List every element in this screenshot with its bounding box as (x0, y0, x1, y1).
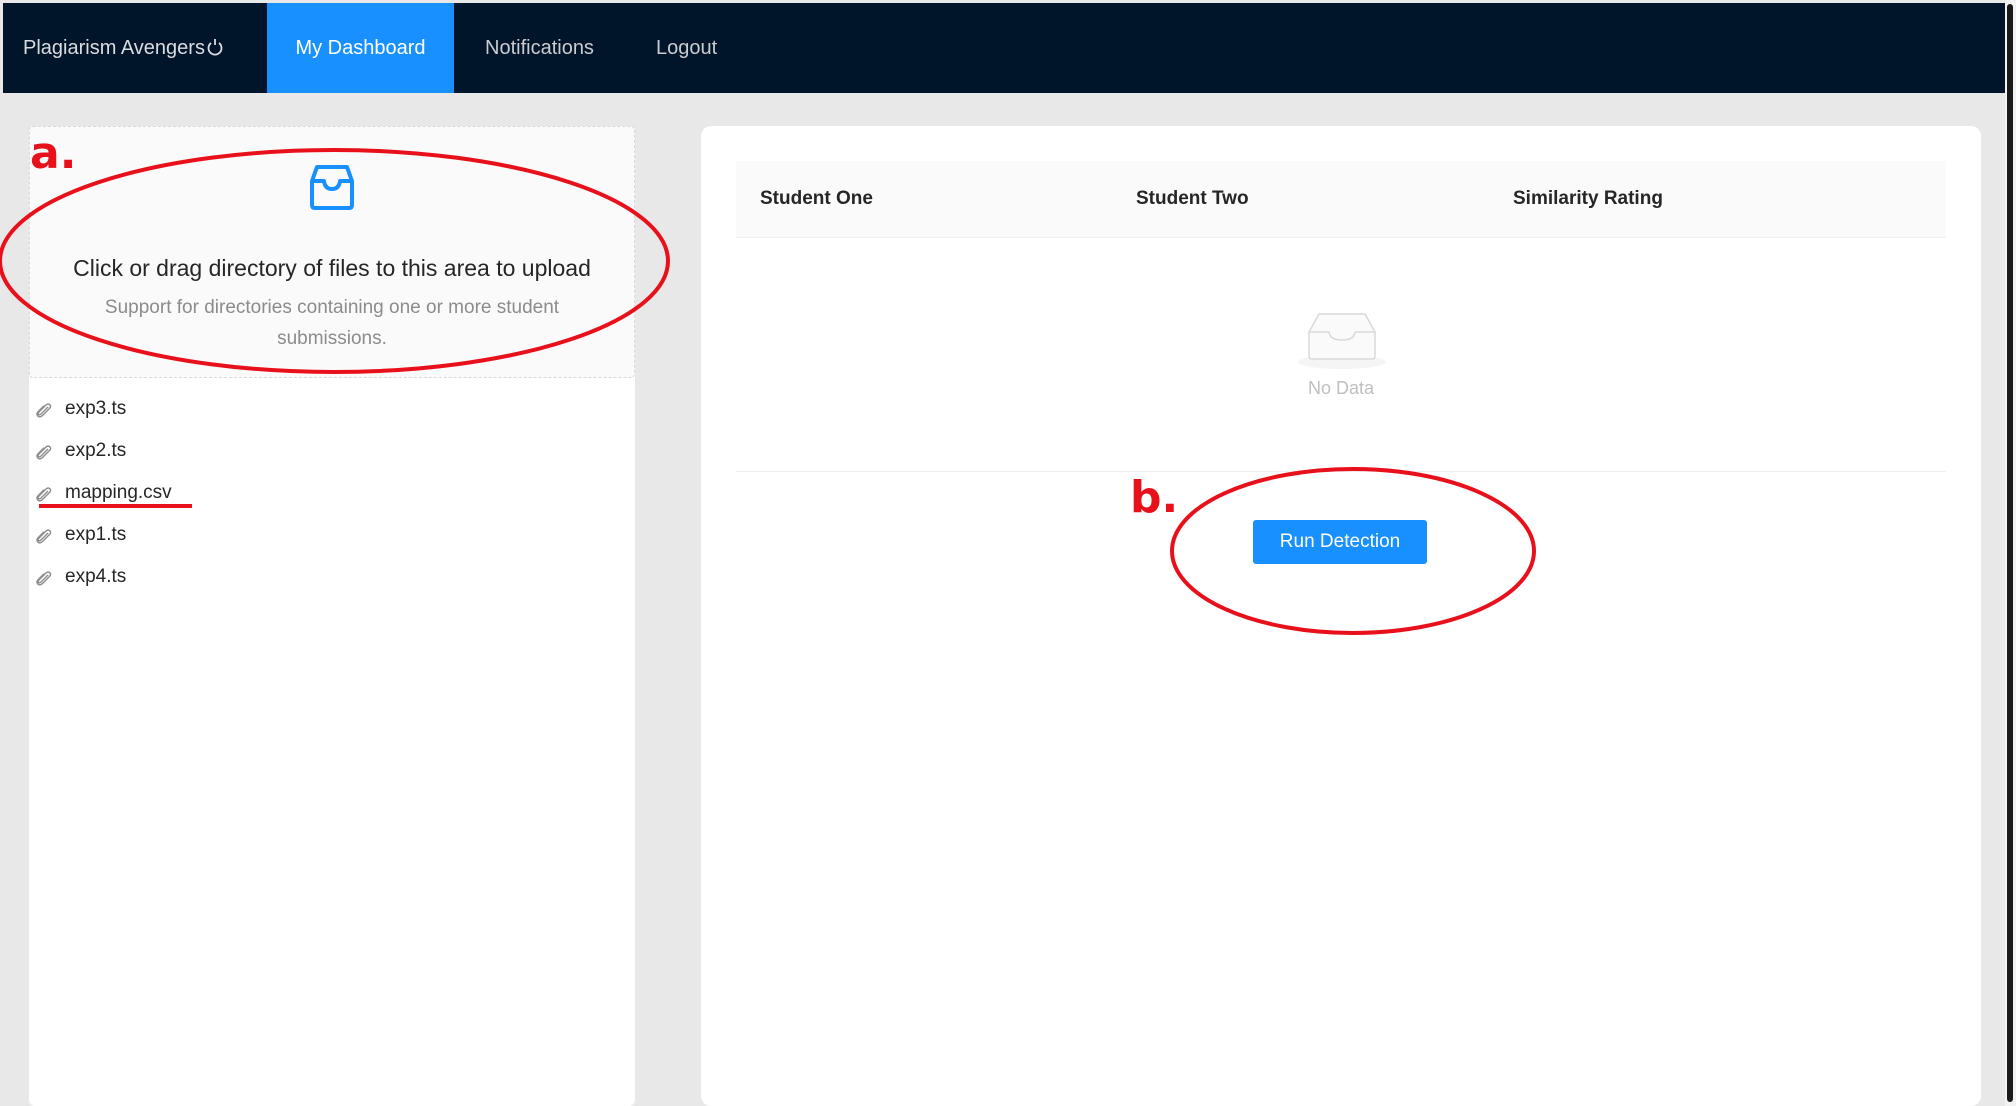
annotation-label-b: b. (1130, 472, 1179, 523)
annotation-circle-b (1170, 467, 1536, 635)
scrollbar-thumb[interactable] (2007, 4, 2013, 1102)
annotation-overlay (0, 148, 1536, 635)
annotation-label-a: a. (30, 128, 77, 179)
annotation-circle-a (0, 148, 670, 374)
